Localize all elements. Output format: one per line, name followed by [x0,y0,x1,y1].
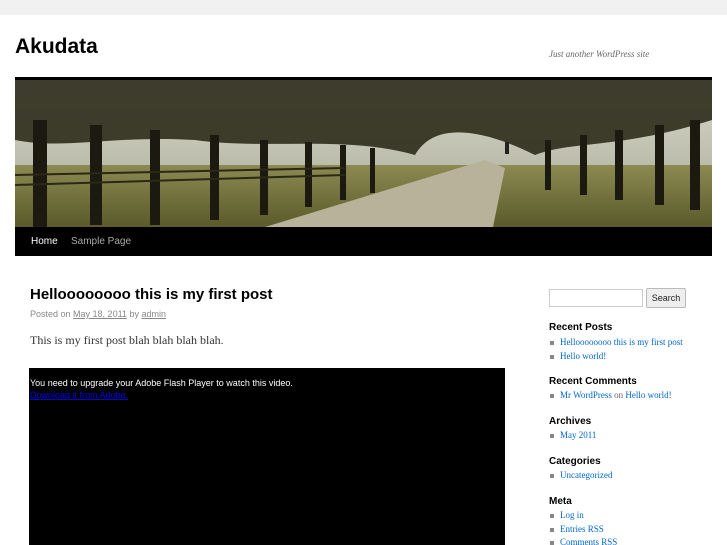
meta-comments-rss-link[interactable]: Comments RSS [560,537,617,545]
menu-item-home[interactable]: Home [31,227,58,256]
archive-link[interactable]: May 2011 [560,430,596,440]
post-body: This is my first post blah blah blah bla… [30,333,224,347]
post-author-link[interactable]: admin [141,309,166,319]
list-item: Uncategorized [549,469,612,483]
recent-post-link[interactable]: Helloooooooo this is my first post [560,337,683,347]
header-image [15,80,712,227]
post-title[interactable]: Helloooooooo this is my first post [30,286,273,303]
comment-post-link[interactable]: Hello world! [625,390,671,400]
by-label: by [129,309,139,319]
widget-title-recent-comments: Recent Comments [549,376,637,387]
widget-title-recent-posts: Recent Posts [549,322,613,333]
flash-download-link[interactable]: Download it from Adobe. [30,390,128,400]
meta-list: Log in Entries RSS Comments RSS [549,509,617,545]
post-meta: Posted on May 18, 2011 by admin [30,309,166,319]
page-wrapper: Akudata Just another WordPress site Home… [0,15,727,545]
flash-upgrade-message: You need to upgrade your Adobe Flash Pla… [30,378,293,388]
list-item: May 2011 [549,429,596,443]
comment-on-label: on [614,390,624,400]
menu-item-sample-page[interactable]: Sample Page [71,227,131,256]
site-description: Just another WordPress site [549,49,650,59]
posted-on-label: Posted on [30,309,71,319]
search-input[interactable] [549,289,643,307]
list-item: Mr WordPress on Hello world! [549,389,672,403]
flash-video-placeholder[interactable]: You need to upgrade your Adobe Flash Pla… [29,368,505,545]
main-menu: Home Sample Page [15,227,712,256]
categories-list: Uncategorized [549,469,612,483]
recent-comments-list: Mr WordPress on Hello world! [549,389,672,403]
list-item: Comments RSS [549,536,617,545]
recent-posts-list: Helloooooooo this is my first post Hello… [549,336,683,363]
list-item: Entries RSS [549,523,617,537]
widget-title-categories: Categories [549,456,601,467]
archives-list: May 2011 [549,429,596,443]
list-item: Log in [549,509,617,523]
meta-entries-rss-link[interactable]: Entries RSS [560,524,604,534]
widget-title-meta: Meta [549,496,572,507]
post-date-link[interactable]: May 18, 2011 [73,309,127,319]
recent-post-link[interactable]: Hello world! [560,351,606,361]
list-item: Helloooooooo this is my first post [549,336,683,350]
meta-login-link[interactable]: Log in [560,510,584,520]
search-button[interactable]: Search [646,288,686,308]
list-item: Hello world! [549,350,683,364]
comment-author-link[interactable]: Mr WordPress [560,390,612,400]
category-link[interactable]: Uncategorized [560,470,612,480]
widget-title-archives: Archives [549,416,592,427]
site-title[interactable]: Akudata [15,35,98,59]
